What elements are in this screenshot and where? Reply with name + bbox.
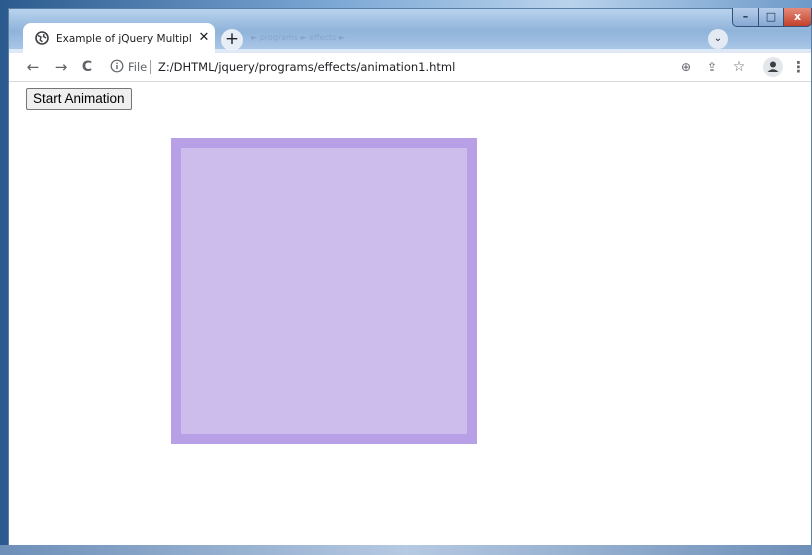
window-controls: – □ x (732, 8, 812, 30)
globe-icon (35, 31, 49, 45)
minimize-button[interactable]: – (732, 8, 759, 27)
page-content: Start Animation (9, 82, 811, 554)
animated-box (171, 138, 477, 444)
site-info-label[interactable]: File (128, 58, 147, 76)
address-bar-url[interactable]: Z:/DHTML/jquery/programs/effects/animati… (158, 58, 455, 76)
back-arrow-icon[interactable]: ← (23, 57, 43, 77)
tab-title: Example of jQuery Multiple Prop (56, 33, 192, 45)
menu-dots-icon[interactable]: ⋮ (791, 57, 806, 77)
profile-avatar[interactable] (763, 57, 783, 77)
maximize-button[interactable]: □ (758, 8, 784, 27)
start-animation-button[interactable]: Start Animation (26, 88, 132, 110)
tab-strip: Example of jQuery Multiple Prop ✕ + ► pr… (9, 8, 812, 53)
zoom-icon[interactable]: ⊕ (677, 58, 695, 76)
share-icon[interactable]: ⇪ (703, 58, 721, 76)
browser-toolbar: ← → C File Z:/DHTML/jquery/programs/effe… (9, 53, 811, 81)
reload-icon[interactable]: C (77, 57, 97, 77)
background-tab-text: ► programs ► effects ► (251, 33, 346, 42)
tab-active[interactable]: Example of jQuery Multiple Prop ✕ (23, 23, 215, 53)
browser-window: Example of jQuery Multiple Prop ✕ + ► pr… (8, 8, 812, 555)
tab-close-icon[interactable]: ✕ (197, 30, 211, 46)
close-window-button[interactable]: x (783, 8, 812, 27)
forward-arrow-icon[interactable]: → (51, 57, 71, 77)
address-separator (150, 60, 151, 74)
info-icon[interactable] (110, 59, 124, 73)
tab-search-button[interactable]: ⌄ (708, 29, 728, 49)
bookmark-star-icon[interactable]: ☆ (730, 58, 748, 76)
taskbar-edge (0, 545, 812, 555)
person-icon (767, 61, 779, 72)
new-tab-button[interactable]: + (221, 29, 243, 51)
